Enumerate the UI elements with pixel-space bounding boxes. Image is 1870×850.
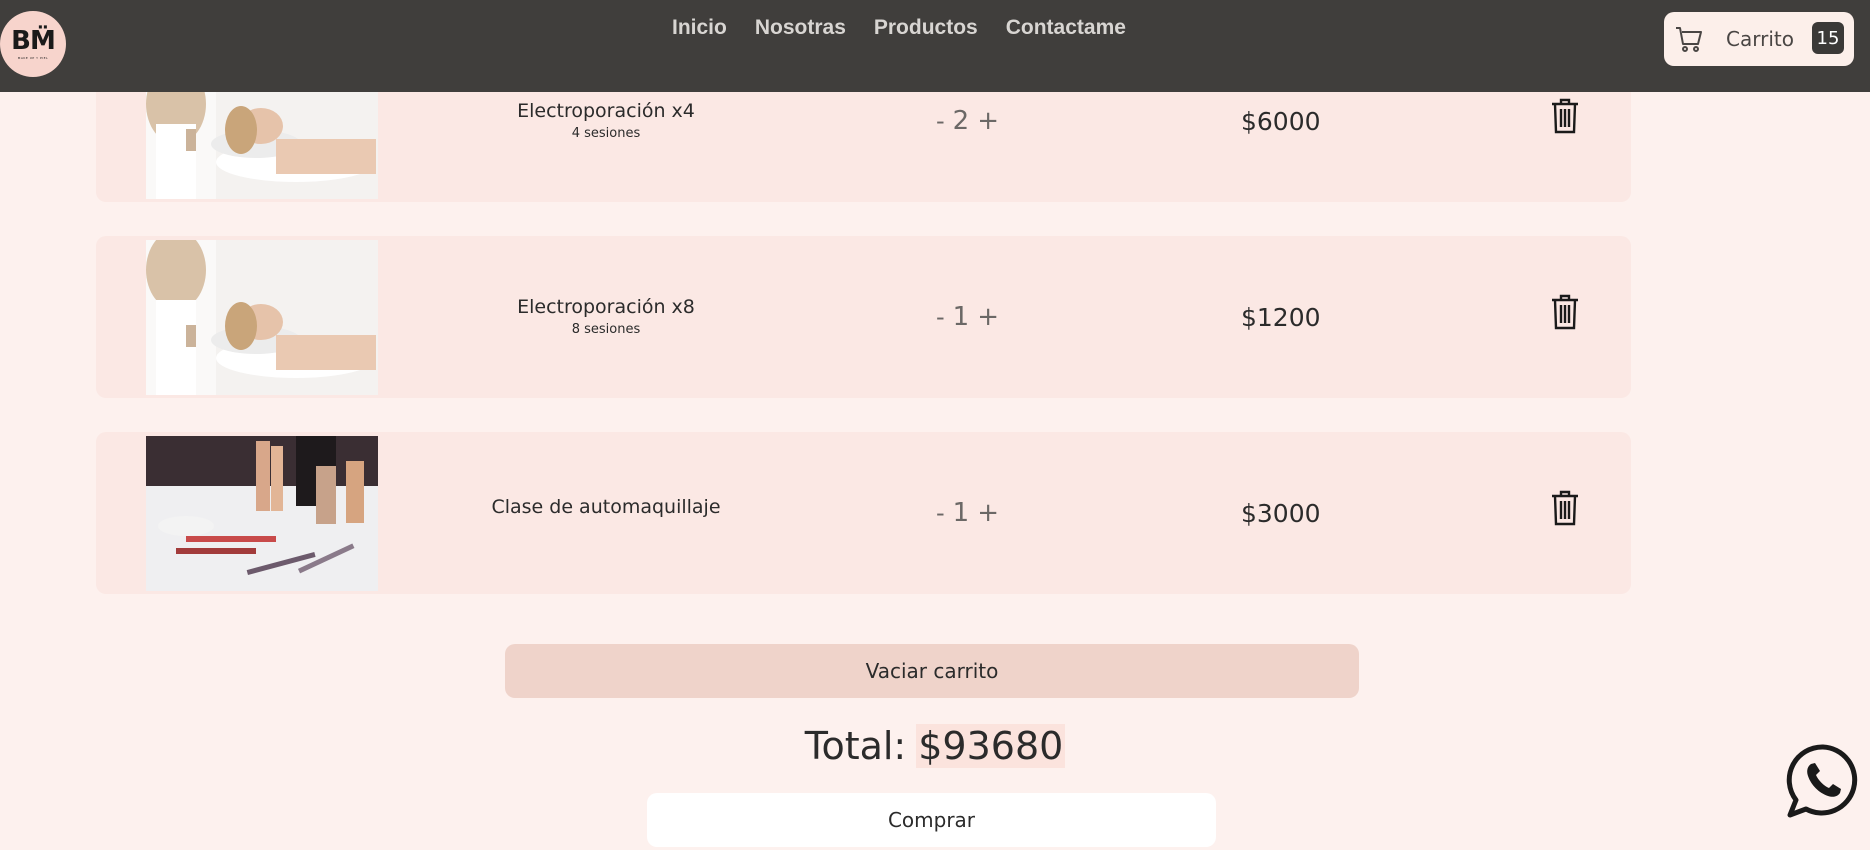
item-info: Clase de automaquillaje — [476, 496, 736, 522]
cart-count-badge: 15 — [1812, 22, 1844, 54]
cart-label: Carrito — [1726, 27, 1794, 51]
quantity-stepper: - 1 + — [936, 432, 999, 594]
quantity-value: 2 — [952, 106, 970, 136]
item-info: Electroporación x8 8 sesiones — [476, 296, 736, 337]
brand-logo[interactable]: BM̈ MAKE UP Y PIEL — [0, 11, 66, 77]
increase-quantity-button[interactable]: + — [977, 106, 999, 136]
total-label: Total: — [804, 724, 907, 768]
nav-link-nosotras[interactable]: Nosotras — [755, 16, 846, 40]
logo-subtitle: MAKE UP Y PIEL — [17, 56, 49, 60]
main-nav: Inicio Nosotras Productos Contactame — [672, 16, 1126, 40]
product-image — [146, 240, 378, 395]
quantity-value: 1 — [952, 302, 970, 332]
buy-button[interactable]: Comprar — [647, 793, 1216, 847]
nav-link-contactame[interactable]: Contactame — [1006, 16, 1126, 40]
cart-item: Clase de automaquillaje - 1 + $3000 — [96, 432, 1631, 594]
item-subtitle: 8 sesiones — [571, 322, 641, 337]
quantity-value: 1 — [952, 498, 970, 528]
item-name: Electroporación x4 — [517, 100, 695, 122]
whatsapp-icon[interactable] — [1784, 742, 1862, 820]
item-price: $3000 — [1241, 498, 1321, 528]
decrease-quantity-button[interactable]: - — [936, 107, 945, 135]
item-price: $1200 — [1241, 302, 1321, 332]
increase-quantity-button[interactable]: + — [977, 302, 999, 332]
cart-icon — [1676, 27, 1702, 52]
trash-icon[interactable] — [1550, 490, 1580, 526]
trash-icon[interactable] — [1550, 98, 1580, 134]
item-subtitle: 4 sesiones — [571, 126, 641, 141]
trash-icon[interactable] — [1550, 294, 1580, 330]
nav-link-inicio[interactable]: Inicio — [672, 16, 727, 40]
item-info: Electroporación x4 4 sesiones — [476, 100, 736, 141]
product-image — [146, 436, 378, 591]
total-value: $93680 — [916, 724, 1066, 768]
nav-link-productos[interactable]: Productos — [874, 16, 978, 40]
logo-mark: BM̈ — [11, 26, 56, 56]
navbar: BM̈ MAKE UP Y PIEL Inicio Nosotras Produ… — [0, 0, 1870, 92]
quantity-stepper: - 1 + — [936, 236, 999, 398]
clear-cart-button[interactable]: Vaciar carrito — [505, 644, 1359, 698]
item-name: Clase de automaquillaje — [491, 496, 721, 518]
cart-item: Electroporación x8 8 sesiones - 1 + $120… — [96, 236, 1631, 398]
cart-total: Total: $93680 — [0, 716, 1870, 776]
decrease-quantity-button[interactable]: - — [936, 303, 945, 331]
increase-quantity-button[interactable]: + — [977, 498, 999, 528]
decrease-quantity-button[interactable]: - — [936, 499, 945, 527]
cart-button[interactable]: Carrito 15 — [1664, 12, 1854, 66]
item-name: Electroporación x8 — [517, 296, 695, 318]
